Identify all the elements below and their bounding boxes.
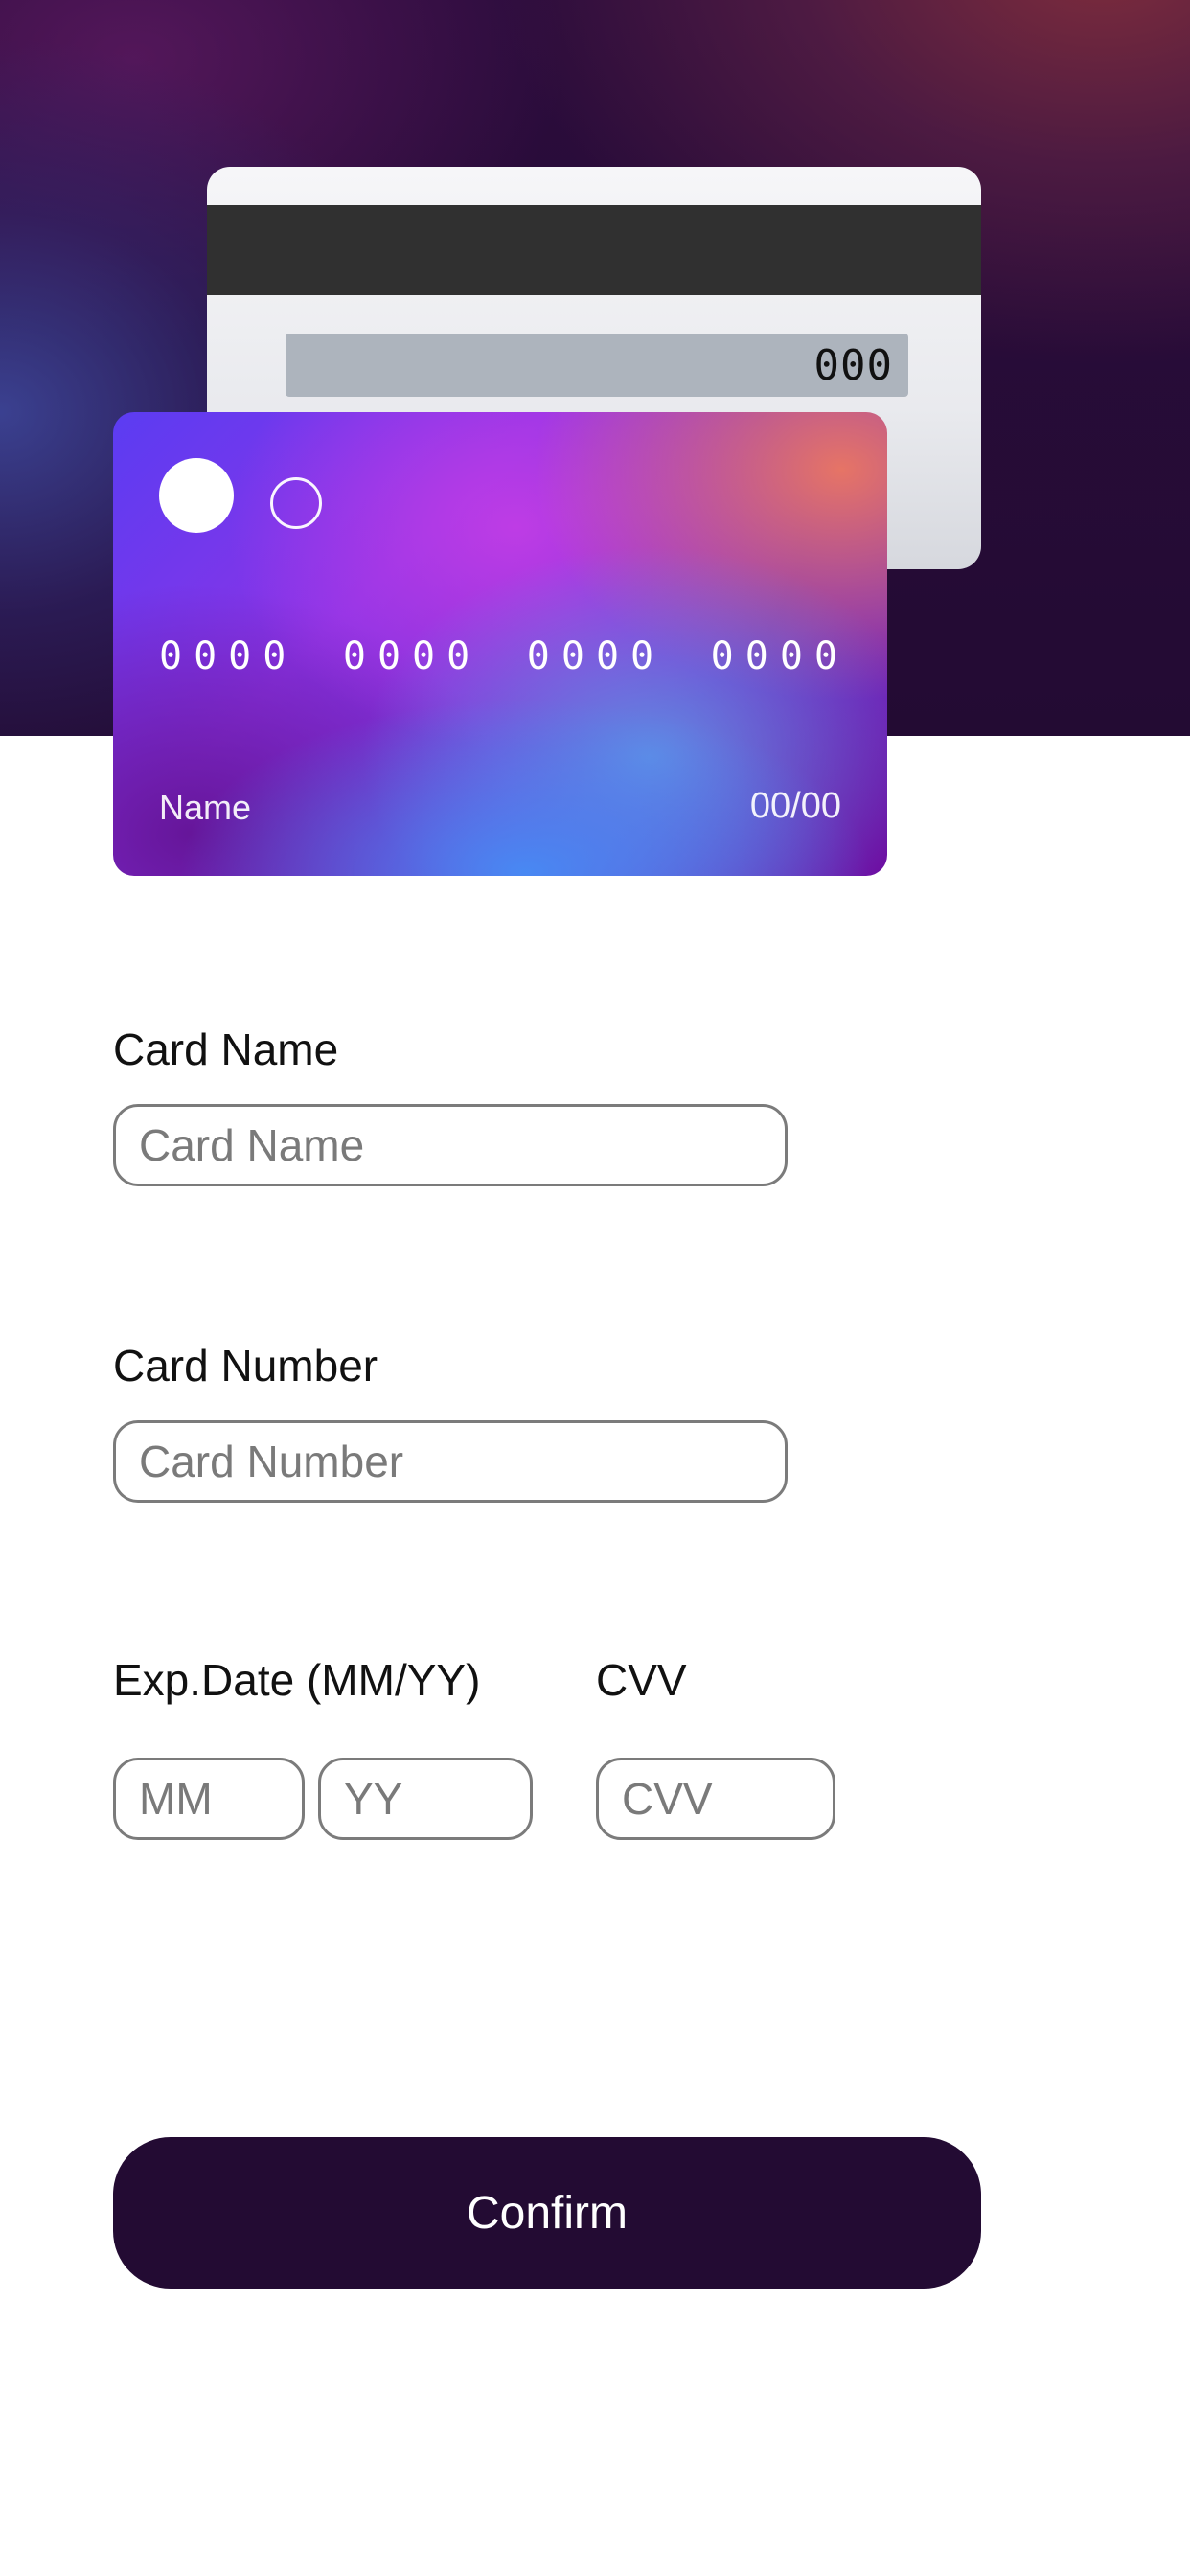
cvv-label: CVV: [596, 1655, 687, 1705]
card-holder-name: Name: [159, 788, 252, 827]
card-logo-filled-circle-icon: [159, 458, 234, 533]
card-name-input[interactable]: [113, 1104, 788, 1186]
card-number-label: Card Number: [113, 1341, 378, 1391]
card-number-group: 0000: [526, 634, 666, 678]
magnetic-stripe: [207, 205, 981, 295]
exp-month-input[interactable]: [113, 1758, 305, 1840]
card-number-group: 0000: [159, 634, 298, 678]
signature-strip: 000: [286, 334, 908, 397]
confirm-button[interactable]: Confirm: [113, 2137, 981, 2288]
exp-year-input[interactable]: [318, 1758, 533, 1840]
card-number-display: 0000 0000 0000 0000: [159, 634, 849, 678]
exp-date-label: Exp.Date (MM/YY): [113, 1655, 481, 1705]
card-number-group: 0000: [342, 634, 482, 678]
card-logo-outline-circle-icon: [270, 477, 322, 529]
card-back-cvv: 000: [813, 341, 893, 390]
card-number-input[interactable]: [113, 1420, 788, 1503]
card-expiry-display: 00/00: [749, 786, 841, 826]
card-name-label: Card Name: [113, 1024, 339, 1074]
card-front-preview: 0000 0000 0000 0000 Name 00/00: [113, 412, 887, 876]
cvv-input[interactable]: [596, 1758, 835, 1840]
card-number-group: 0000: [710, 634, 849, 678]
